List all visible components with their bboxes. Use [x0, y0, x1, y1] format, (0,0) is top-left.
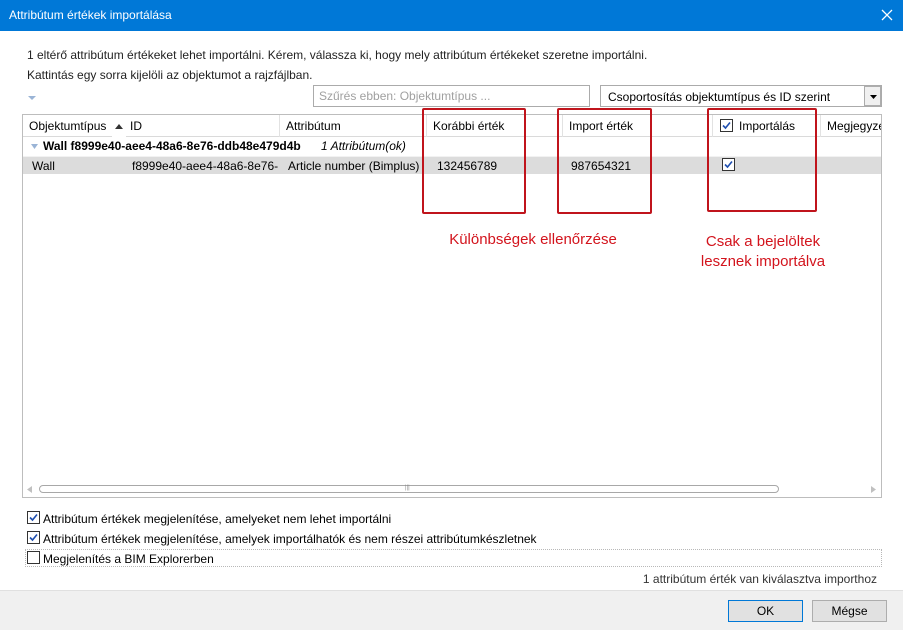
- attribute-grid: Objektumtípus ID Attribútum Korábbi érté…: [22, 114, 882, 498]
- cancel-button[interactable]: Mégse: [812, 600, 887, 622]
- intro-text: 1 eltérő attribútum értékeket lehet impo…: [27, 48, 648, 62]
- select-all-checkbox[interactable]: [720, 119, 733, 132]
- grouping-select[interactable]: Csoportosítás objektumtípus és ID szerin…: [600, 85, 882, 107]
- annotation-checked-line2: lesznek importálva: [700, 253, 826, 270]
- column-attribute-label: Attribútum: [286, 119, 341, 133]
- filter-placeholder: Szűrés ebben: Objektumtípus ...: [319, 89, 491, 103]
- column-id-label: ID: [130, 119, 142, 133]
- grid-header: Objektumtípus ID Attribútum Korábbi érté…: [23, 115, 881, 137]
- grouping-selected: Csoportosítás objektumtípus és ID szerin…: [608, 90, 831, 104]
- grouping-dropdown-button[interactable]: [864, 86, 881, 106]
- chevron-left-icon[interactable]: [27, 486, 32, 493]
- close-button[interactable]: [871, 0, 903, 31]
- cell-type: Wall: [32, 159, 55, 173]
- import-checkbox[interactable]: [722, 158, 735, 171]
- column-type-label: Objektumtípus: [29, 119, 107, 133]
- window-title: Attribútum értékek importálása: [9, 8, 172, 22]
- cell-attribute: Article number (Bimplus): [288, 159, 420, 173]
- column-import-value-label: Import érték: [569, 119, 634, 133]
- filter-input[interactable]: Szűrés ebben: Objektumtípus ...: [313, 85, 590, 107]
- group-count: 1 Attribútum(ok): [321, 139, 406, 153]
- column-header-type[interactable]: Objektumtípus: [23, 115, 124, 137]
- checkmark-icon: [29, 513, 38, 522]
- cell-previous: 132456789: [437, 159, 498, 173]
- cell-import-value: 987654321: [571, 159, 632, 173]
- column-header-note[interactable]: Megjegyzés: [821, 115, 881, 137]
- column-header-id[interactable]: ID: [124, 115, 280, 137]
- checkmark-icon: [29, 533, 38, 542]
- column-note-label: Megjegyzés: [827, 119, 881, 133]
- ok-button[interactable]: OK: [728, 600, 803, 622]
- dialog-footer: OK Mégse: [0, 590, 903, 630]
- close-icon: [881, 9, 893, 21]
- show-not-in-set-checkbox[interactable]: [27, 531, 40, 544]
- title-bar: Attribútum értékek importálása: [0, 0, 903, 31]
- checkmark-icon: [724, 160, 733, 169]
- intro-hint: Kattintás egy sorra kijelöli az objektum…: [27, 68, 313, 82]
- selection-status: 1 attribútum érték van kiválasztva impor…: [642, 572, 877, 586]
- chevron-down-icon: [870, 95, 877, 99]
- chevron-down-icon[interactable]: [31, 144, 38, 149]
- annotation-checked-line1: Csak a bejelöltek: [705, 233, 821, 250]
- column-header-previous[interactable]: Korábbi érték: [427, 115, 563, 137]
- show-in-bim-explorer-checkbox[interactable]: [27, 551, 40, 564]
- show-not-in-set-label: Attribútum értékek megjelenítése, amelye…: [43, 532, 537, 546]
- show-non-importable-label: Attribútum értékek megjelenítése, amelye…: [43, 512, 392, 526]
- column-previous-label: Korábbi érték: [433, 119, 505, 133]
- column-header-import-value[interactable]: Import érték: [563, 115, 713, 137]
- group-row[interactable]: Wall f8999e40-aee4-48a6-8e76-ddb48e479d4…: [23, 137, 881, 156]
- column-import-label: Importálás: [739, 119, 796, 133]
- sort-ascending-icon: [115, 124, 123, 129]
- cell-id: f8999e40-aee4-48a6-8e76-: [132, 159, 278, 173]
- scrollbar-grip-icon: |||: [405, 485, 410, 491]
- column-header-attribute[interactable]: Attribútum: [280, 115, 427, 137]
- group-label: Wall f8999e40-aee4-48a6-8e76-ddb48e479d4…: [43, 139, 301, 153]
- show-in-bim-explorer-label: Megjelenítés a BIM Explorerben: [43, 552, 214, 566]
- horizontal-scrollbar[interactable]: |||: [23, 481, 881, 497]
- annotation-differences: Különbségek ellenőrzése: [449, 231, 617, 248]
- table-row[interactable]: Wall f8999e40-aee4-48a6-8e76- Article nu…: [23, 156, 881, 174]
- column-header-import[interactable]: Importálás: [713, 115, 821, 137]
- chevron-down-icon[interactable]: [27, 94, 37, 102]
- checkmark-icon: [722, 121, 731, 130]
- chevron-right-icon[interactable]: [871, 486, 876, 493]
- show-non-importable-checkbox[interactable]: [27, 511, 40, 524]
